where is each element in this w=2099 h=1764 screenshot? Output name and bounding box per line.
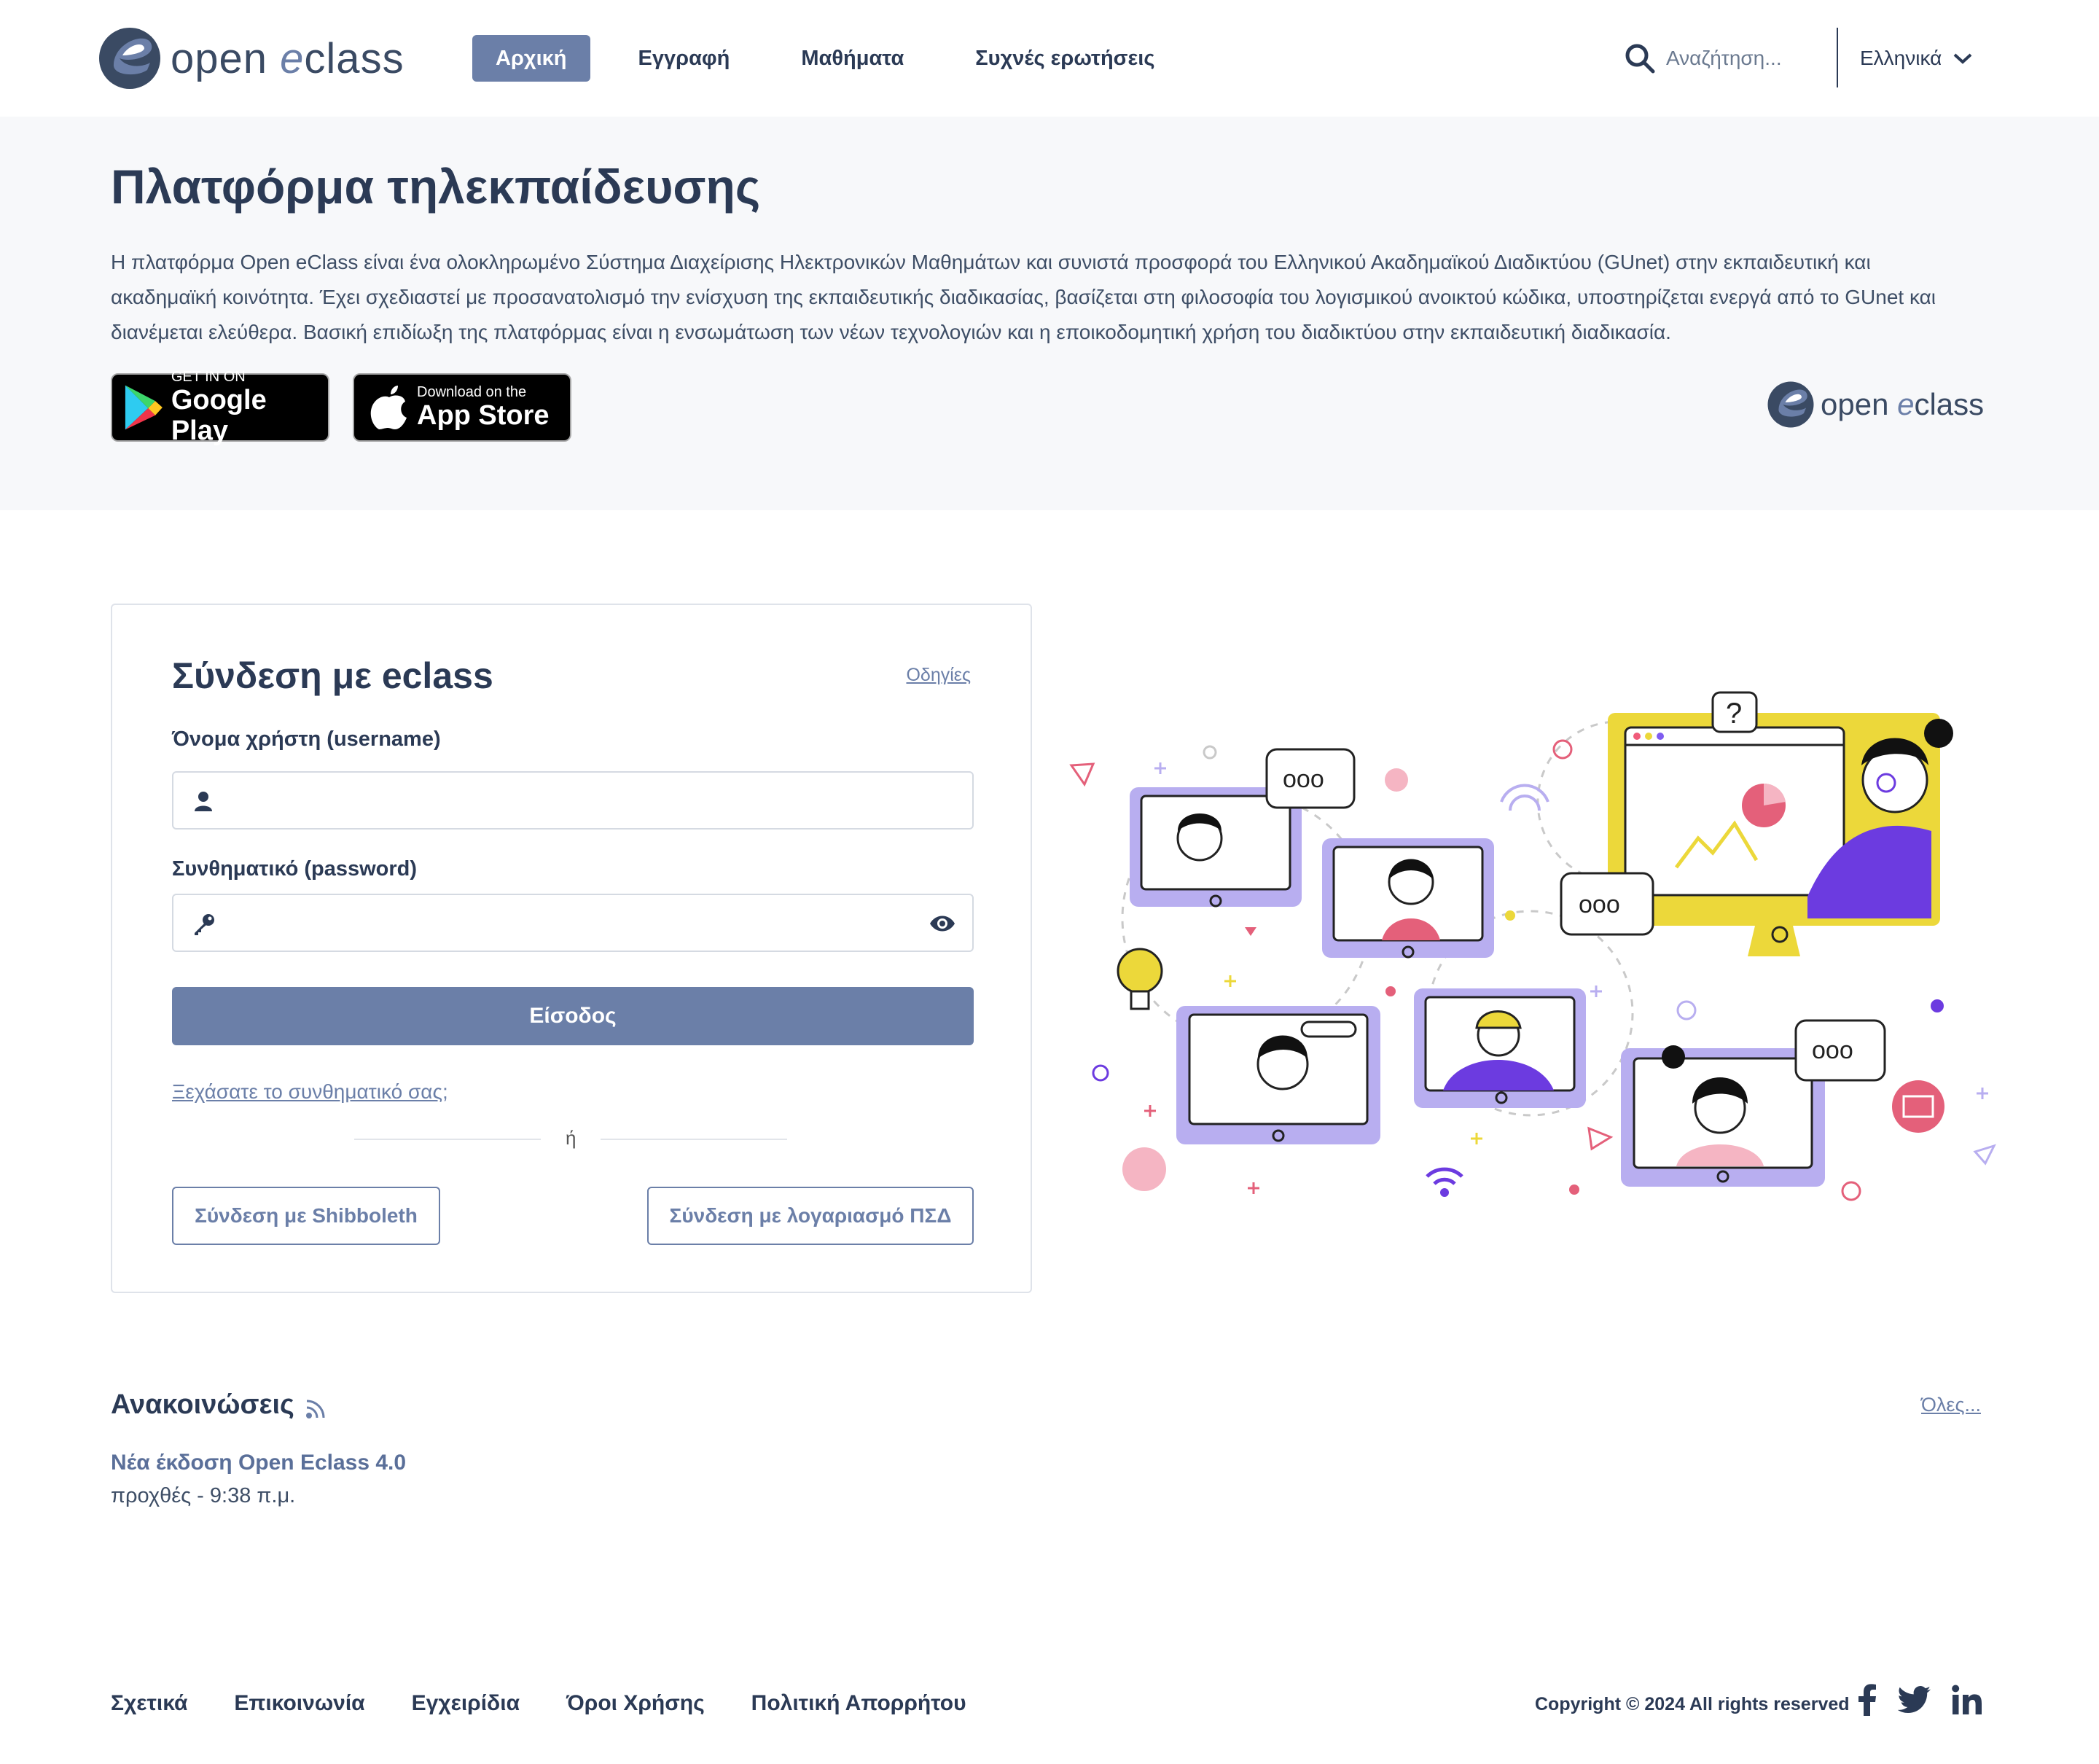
key-icon xyxy=(195,914,214,935)
google-play-big-text: Google Play xyxy=(171,385,267,446)
announcements-heading: Ανακοινώσεις xyxy=(111,1389,327,1421)
hero-eclass-logo: open eclass xyxy=(1767,380,1984,429)
header-divider xyxy=(1837,28,1838,87)
nav-item-home[interactable]: Αρχική xyxy=(472,35,590,82)
or-line-left xyxy=(354,1139,541,1140)
login-card: Σύνδεση με eclass Οδηγίες Όνομα χρήστη (… xyxy=(111,604,1032,1293)
announcement-title-link[interactable]: Νέα έκδοση Open Eclass 4.0 xyxy=(111,1451,406,1475)
apple-icon xyxy=(370,386,407,429)
nav-item-courses[interactable]: Μαθήματα xyxy=(778,35,927,82)
logo-text: open eclass xyxy=(171,34,404,82)
user-icon xyxy=(195,792,212,811)
twitter-icon[interactable] xyxy=(1898,1686,1931,1714)
online-learning-illustration: ? ooo ooo ooo xyxy=(1069,691,1996,1201)
announcements-title: Ανακοινώσεις xyxy=(111,1389,294,1420)
hero-logo-text: open eclass xyxy=(1821,387,1985,421)
facebook-icon[interactable] xyxy=(1857,1684,1877,1716)
footer-links: Σχετικά Επικοινωνία Εγχειρίδια Όροι Χρήσ… xyxy=(111,1691,1013,1716)
login-title: Σύνδεση με eclass xyxy=(172,655,493,696)
footer-link-manuals[interactable]: Εγχειρίδια xyxy=(412,1691,520,1716)
psd-login-button[interactable]: Σύνδεση με λογαριασμό ΠΣΔ xyxy=(647,1187,974,1245)
speech-bubble-text-3: ooo xyxy=(1812,1037,1853,1064)
footer-link-terms[interactable]: Όροι Χρήσης xyxy=(566,1691,705,1716)
password-label: Συνθηματικό (password) xyxy=(172,857,418,881)
linkedin-icon[interactable] xyxy=(1952,1685,1982,1715)
speech-bubble-text-2: ooo xyxy=(1579,891,1620,918)
nav-item-faq[interactable]: Συχνές ερωτήσεις xyxy=(952,35,1178,82)
footer-link-about[interactable]: Σχετικά xyxy=(111,1691,187,1716)
google-play-icon xyxy=(125,385,163,430)
nav-item-register[interactable]: Εγγραφή xyxy=(615,35,754,82)
open-eclass-logo[interactable]: open eclass xyxy=(98,25,404,92)
top-header: open eclass Αρχική Εγγραφή Μαθήματα Συχν… xyxy=(0,0,2099,117)
password-field[interactable] xyxy=(172,894,974,952)
forgot-password-suffix: ; xyxy=(442,1080,448,1103)
forgot-password-link[interactable]: Ξεχάσατε το συνθηματικό σας xyxy=(172,1080,442,1103)
google-play-badge[interactable]: GET IN ON Google Play xyxy=(111,369,329,446)
app-store-badge[interactable]: Download on the App Store xyxy=(353,373,571,442)
language-selector[interactable]: Ελληνικά xyxy=(1860,38,1972,79)
speech-bubble-text-1: ooo xyxy=(1283,765,1324,793)
social-links xyxy=(1857,1684,2003,1716)
google-play-small-text: GET IN ON xyxy=(171,369,246,385)
hero-section: Πλατφόρμα τηλεκπαίδευσης Η πλατφόρμα Ope… xyxy=(0,117,2099,510)
footer-link-contact[interactable]: Επικοινωνία xyxy=(234,1691,364,1716)
search-placeholder[interactable]: Αναζήτηση... xyxy=(1666,47,1782,70)
question-mark: ? xyxy=(1726,698,1742,730)
chevron-down-icon[interactable] xyxy=(1953,52,1972,64)
login-submit-button[interactable]: Είσοδος xyxy=(172,987,974,1045)
app-store-big-text: App Store xyxy=(417,400,550,431)
app-store-small-text: Download on the xyxy=(417,384,527,400)
or-text: ή xyxy=(566,1127,576,1149)
shibboleth-login-button[interactable]: Σύνδεση με Shibboleth xyxy=(172,1187,440,1245)
forgot-password[interactable]: Ξεχάσατε το συνθηματικό σας; xyxy=(172,1080,448,1104)
announcement-date: προχθές - 9:38 π.μ. xyxy=(111,1484,296,1507)
page-title: Πλατφόρμα τηλεκπαίδευσης xyxy=(111,160,761,214)
copyright-text: Copyright © 2024 All rights reserved xyxy=(1535,1694,1850,1714)
or-divider: ή xyxy=(354,1127,791,1149)
all-announcements-link[interactable]: Όλες... xyxy=(1921,1394,1981,1416)
eclass-logo-icon xyxy=(99,28,160,89)
show-password-eye-icon[interactable] xyxy=(929,913,956,934)
footer-link-privacy[interactable]: Πολιτική Απορρήτου xyxy=(751,1691,966,1716)
language-label[interactable]: Ελληνικά xyxy=(1860,47,1942,70)
search-box[interactable]: Αναζήτηση... xyxy=(1624,38,1782,79)
rss-icon[interactable] xyxy=(305,1398,327,1420)
main-nav: Αρχική Εγγραφή Μαθήματα Συχνές ερωτήσεις xyxy=(472,35,1203,82)
eclass-logo-icon xyxy=(1767,381,1814,428)
search-icon[interactable] xyxy=(1624,42,1656,74)
login-help-link[interactable]: Οδηγίες xyxy=(906,665,971,686)
platform-description: Η πλατφόρμα Open eClass είναι ένα ολοκλη… xyxy=(111,251,1936,343)
username-field[interactable] xyxy=(172,771,974,830)
or-line-right xyxy=(601,1139,787,1140)
username-label: Όνομα χρήστη (username) xyxy=(172,727,441,751)
